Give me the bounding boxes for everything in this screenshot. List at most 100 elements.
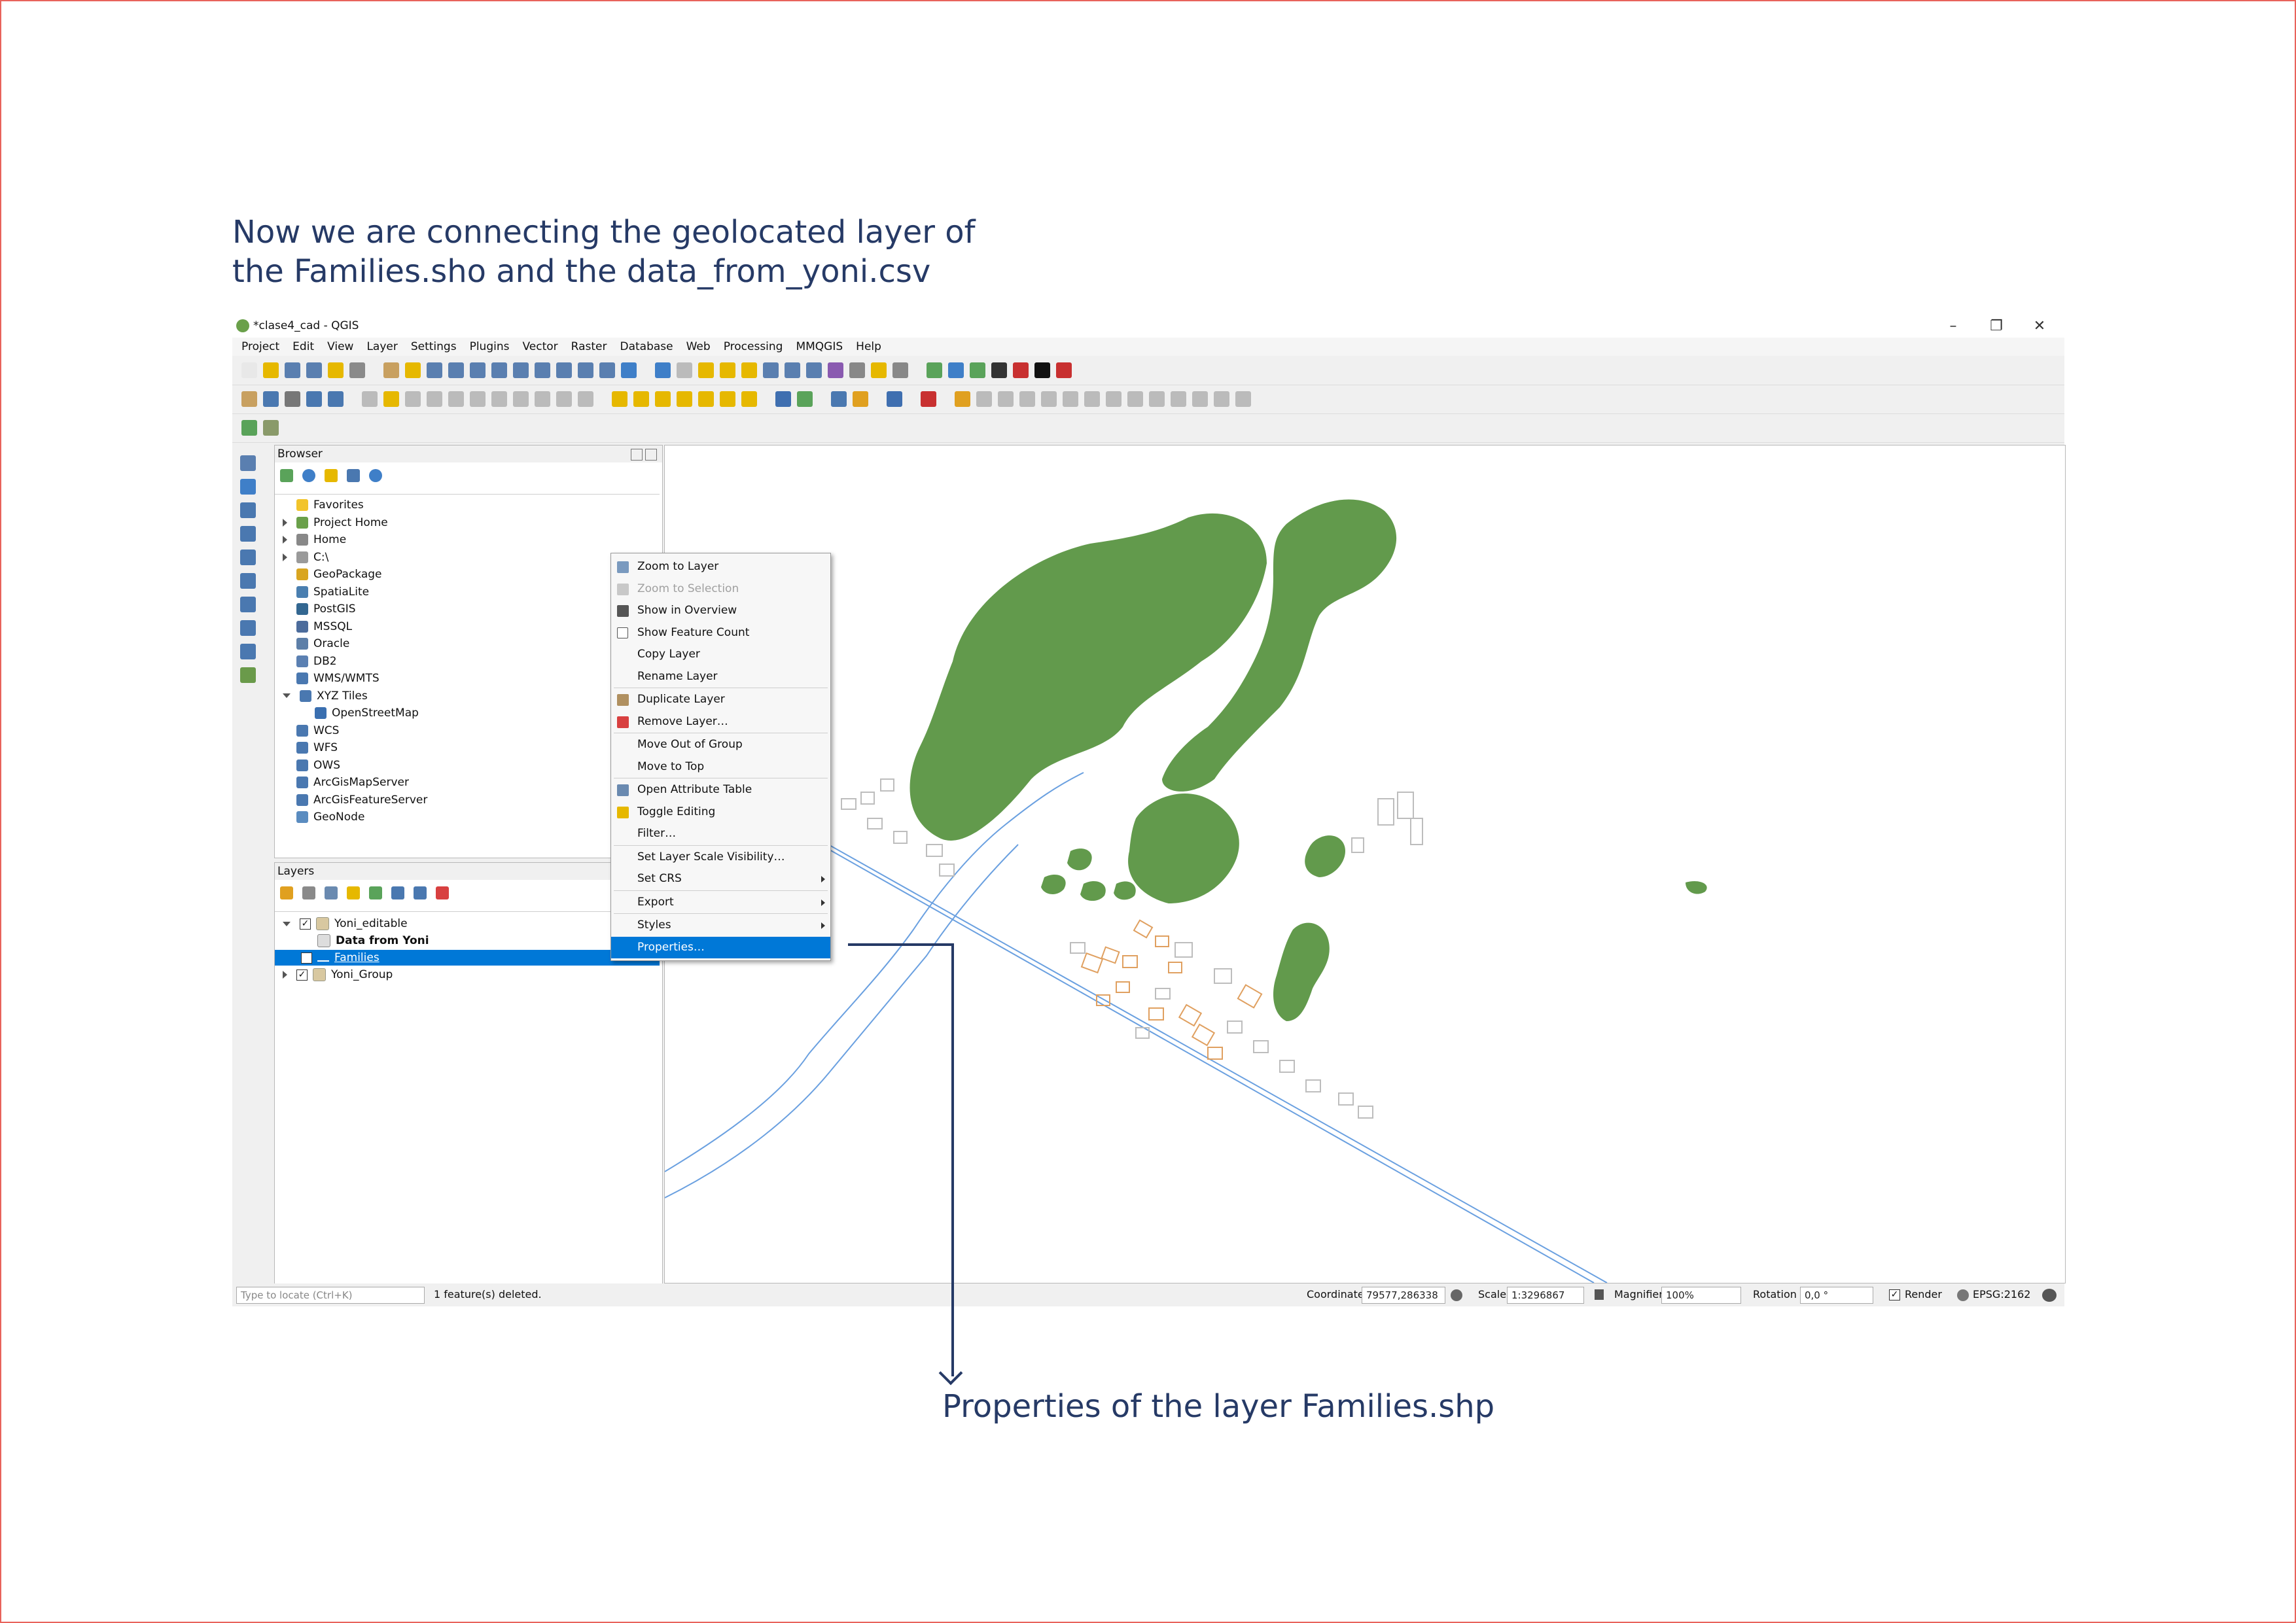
collapse-arrow-icon[interactable] (283, 693, 291, 698)
collapse-all-icon[interactable] (347, 469, 360, 482)
toolbar-tool-icon[interactable] (1013, 362, 1029, 378)
toolbar-tool-icon[interactable] (491, 391, 507, 407)
expand-arrow-icon[interactable] (283, 518, 287, 527)
browser-item-db2[interactable]: DB2 (283, 654, 337, 669)
toolbar-tool-icon[interactable] (991, 362, 1007, 378)
menu-item-move-out-of-group[interactable]: Move Out of Group (611, 734, 830, 756)
messages-icon[interactable] (2042, 1289, 2057, 1302)
filter-legend-icon[interactable] (347, 886, 360, 899)
toolbar-tool-icon[interactable] (970, 362, 985, 378)
toolbar-tool-icon[interactable] (470, 362, 486, 378)
add-layer-tool-icon[interactable] (240, 620, 256, 636)
browser-item-wfs[interactable]: WFS (283, 740, 338, 756)
toolbar-tool-icon[interactable] (741, 391, 757, 407)
toolbar-tool-icon[interactable] (1149, 391, 1165, 407)
collapse-all-layers-icon[interactable] (414, 886, 427, 899)
browser-item-arcgismapserver[interactable]: ArcGisMapServer (283, 775, 409, 790)
toolbar-tool-icon[interactable] (785, 362, 800, 378)
toolbar-tool-icon[interactable] (1056, 362, 1072, 378)
toolbar-tool-icon[interactable] (612, 391, 627, 407)
layer-visibility-checkbox[interactable]: ✓ (296, 969, 308, 981)
toolbar-tool-icon[interactable] (405, 362, 421, 378)
toolbar-tool-icon[interactable] (241, 391, 257, 407)
menu-web[interactable]: Web (686, 338, 711, 356)
toolbar-tool-icon[interactable] (921, 391, 936, 407)
browser-item-wcs[interactable]: WCS (283, 723, 339, 739)
add-layer-tool-icon[interactable] (240, 573, 256, 589)
toolbar-tool-icon[interactable] (720, 391, 735, 407)
expand-all-icon[interactable] (391, 886, 404, 899)
toolbar-tool-icon[interactable] (306, 391, 322, 407)
remove-layer-icon[interactable] (436, 886, 449, 899)
locator-search-input[interactable]: Type to locate (Ctrl+K) (236, 1287, 425, 1304)
toolbar-tool-icon[interactable] (927, 362, 942, 378)
toolbar-tool-icon[interactable] (655, 362, 671, 378)
menu-item-show-feature-count[interactable]: Show Feature Count (611, 622, 830, 644)
restore-button[interactable]: ❐ (1977, 317, 2016, 336)
browser-item-arcgisfeatureserver[interactable]: ArcGisFeatureServer (283, 792, 427, 808)
add-layer-tool-icon[interactable] (240, 479, 256, 495)
toolbar-tool-icon[interactable] (1084, 391, 1100, 407)
menu-layer[interactable]: Layer (366, 338, 397, 356)
menu-processing[interactable]: Processing (724, 338, 783, 356)
scale-field[interactable]: 1:3296867 (1507, 1287, 1584, 1304)
layer-item-yoni-group[interactable]: ✓ Yoni_Group (275, 967, 660, 983)
toolbar-tool-icon[interactable] (448, 391, 464, 407)
toolbar-tool-icon[interactable] (427, 362, 442, 378)
layer-visibility-checkbox[interactable]: ✓ (301, 952, 312, 964)
menu-item-copy-layer[interactable]: Copy Layer (611, 644, 830, 665)
menu-vector[interactable]: Vector (522, 338, 557, 356)
layer-item-families[interactable]: ✓ Families (275, 950, 660, 966)
toolbar-tool-icon[interactable] (383, 362, 399, 378)
toolbar-tool-icon[interactable] (677, 362, 692, 378)
toolbar-tool-icon[interactable] (1034, 362, 1050, 378)
toolbar-tool-icon[interactable] (328, 391, 344, 407)
toolbar-tool-icon[interactable] (797, 391, 813, 407)
panel-float-icon[interactable] (645, 449, 657, 461)
toolbar-tool-icon[interactable] (535, 362, 550, 378)
minimize-button[interactable]: – (1934, 317, 1973, 336)
visibility-icon[interactable] (325, 886, 338, 899)
expand-arrow-icon[interactable] (283, 971, 287, 979)
add-layer-tool-icon[interactable] (240, 526, 256, 542)
add-layer-tool-icon[interactable] (240, 644, 256, 659)
toolbar-tool-icon[interactable] (1106, 391, 1122, 407)
toolbar-tool-icon[interactable] (1235, 391, 1251, 407)
toolbar-tool-icon[interactable] (831, 391, 847, 407)
add-layer-tool-icon[interactable] (240, 455, 256, 471)
extents-icon[interactable] (1451, 1289, 1462, 1301)
layer-item-yoni-editable[interactable]: ✓ Yoni_editable (275, 916, 660, 932)
browser-item-geopackage[interactable]: GeoPackage (283, 567, 382, 582)
toolbar-tool-icon[interactable] (535, 391, 550, 407)
menu-help[interactable]: Help (856, 338, 881, 356)
toolbar-tool-icon[interactable] (1063, 391, 1078, 407)
toolbar-tool-icon[interactable] (828, 362, 843, 378)
toolbar-tool-icon[interactable] (427, 391, 442, 407)
toolbar-tool-icon[interactable] (677, 391, 692, 407)
menu-view[interactable]: View (327, 338, 353, 356)
browser-item-c[interactable]: C:\ (283, 550, 328, 565)
filter-expression-icon[interactable] (369, 886, 382, 899)
toolbar-tool-icon[interactable] (263, 391, 279, 407)
menu-database[interactable]: Database (620, 338, 673, 356)
toolbar-tool-icon[interactable] (513, 362, 529, 378)
python-console-icon[interactable] (241, 420, 257, 436)
menu-item-set-layer-scale-visibility[interactable]: Set Layer Scale Visibility… (611, 846, 830, 868)
toolbar-tool-icon[interactable] (470, 391, 486, 407)
toolbar-tool-icon[interactable] (741, 362, 757, 378)
menu-raster[interactable]: Raster (571, 338, 607, 356)
toolbar-tool-icon[interactable] (763, 362, 779, 378)
add-selected-layer-icon[interactable] (280, 469, 293, 482)
menu-item-show-in-overview[interactable]: Show in Overview (611, 600, 830, 621)
toolbar-tool-icon[interactable] (1192, 391, 1208, 407)
toolbar-tool-icon[interactable] (775, 391, 791, 407)
toolbar-tool-icon[interactable] (306, 362, 322, 378)
toolbar-tool-icon[interactable] (955, 391, 970, 407)
toolbar-tool-icon[interactable] (285, 362, 300, 378)
toolbar-tool-icon[interactable] (263, 362, 279, 378)
menu-item-zoom-to-layer[interactable]: Zoom to Layer (611, 556, 830, 578)
toolbar-tool-icon[interactable] (853, 391, 868, 407)
map-canvas[interactable] (664, 445, 2066, 1283)
expand-arrow-icon[interactable] (283, 553, 287, 561)
toolbar-tool-icon[interactable] (976, 391, 992, 407)
